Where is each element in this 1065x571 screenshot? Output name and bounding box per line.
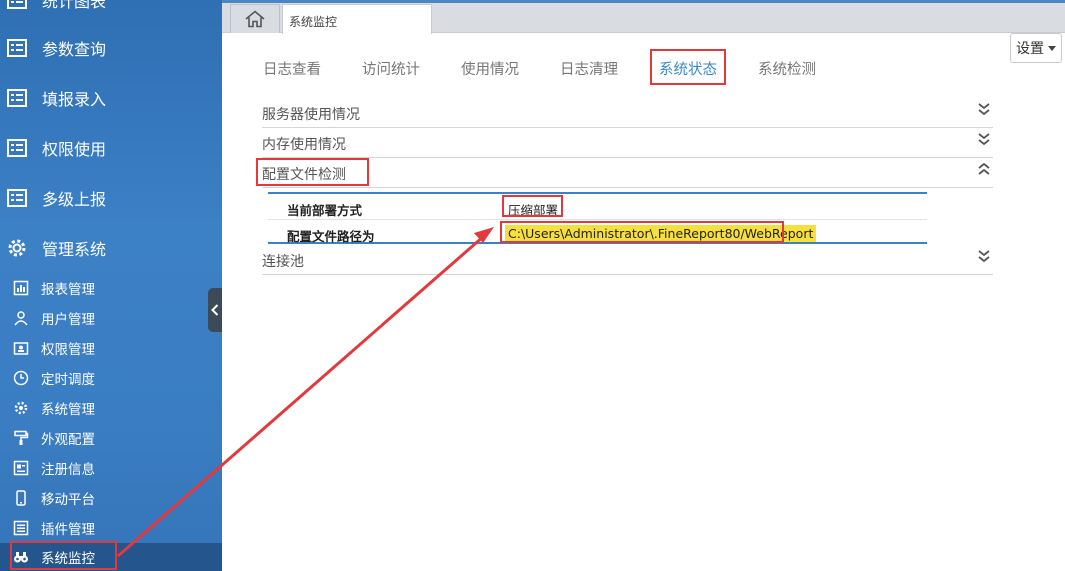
submenu-item-label: 权限管理	[41, 342, 95, 358]
sidebar: 统计图表 参数查询 填报录入 权限使用 多级上报 管理系统 报表管理 用户管理 …	[0, 0, 222, 571]
tab-bar: 系统监控	[222, 0, 1065, 34]
section-config-check[interactable]: 配置文件检测	[262, 158, 993, 188]
section-title: 内存使用情况	[262, 137, 346, 153]
submenu-item-permission-mgmt[interactable]: 权限管理	[0, 334, 222, 362]
tab-usage[interactable]: 使用情况	[461, 58, 519, 79]
list-icon	[7, 89, 27, 107]
registration-icon	[13, 460, 29, 476]
sidebar-item-label: 权限使用	[42, 140, 107, 159]
sidebar-collapse-button[interactable]	[208, 288, 222, 332]
submenu-item-label: 用户管理	[41, 312, 95, 328]
submenu-item-plugin[interactable]: 插件管理	[0, 514, 222, 542]
submenu-item-system-mgmt[interactable]: 系统管理	[0, 394, 222, 422]
section-title: 连接池	[262, 254, 304, 270]
home-tab[interactable]	[230, 4, 280, 33]
list-icon	[7, 189, 27, 207]
caret-down-icon	[1048, 45, 1056, 51]
tab-system-check[interactable]: 系统检测	[758, 58, 816, 79]
section-title: 服务器使用情况	[262, 107, 360, 123]
submenu-item-user-mgmt[interactable]: 用户管理	[0, 304, 222, 332]
permission-icon	[13, 342, 29, 355]
cog-icon	[14, 401, 28, 415]
annotation-highlight-deploy	[502, 195, 563, 217]
page-tab-system-monitor[interactable]: 系统监控	[282, 4, 432, 34]
config-path-label: 配置文件路径为	[287, 229, 375, 244]
sidebar-item-management[interactable]: 管理系统	[0, 228, 222, 268]
config-row-deploy: 当前部署方式 压缩部署	[268, 194, 927, 220]
settings-dropdown-button[interactable]: 设置	[1010, 33, 1062, 63]
submenu-item-label: 报表管理	[41, 282, 95, 298]
sidebar-item-label: 统计图表	[42, 0, 107, 11]
sidebar-item-multi-report[interactable]: 多级上报	[0, 178, 222, 218]
sidebar-item-charts[interactable]: 统计图表	[0, 0, 222, 20]
section-server-usage[interactable]: 服务器使用情况	[262, 98, 993, 128]
list-icon	[7, 0, 27, 9]
tab-log-cleanup[interactable]: 日志清理	[560, 58, 618, 79]
section-connection-pool[interactable]: 连接池	[262, 245, 993, 275]
sidebar-item-param-query[interactable]: 参数查询	[0, 28, 222, 68]
submenu-item-registration[interactable]: 注册信息	[0, 454, 222, 482]
paint-roller-icon	[14, 430, 29, 445]
list-icon	[7, 139, 27, 157]
list-icon	[7, 39, 27, 57]
top-accent-line	[222, 0, 1065, 3]
sidebar-item-permission-use[interactable]: 权限使用	[0, 128, 222, 168]
report-icon	[13, 280, 29, 296]
submenu-item-label: 注册信息	[41, 462, 95, 478]
sidebar-item-fill-entry[interactable]: 填报录入	[0, 78, 222, 118]
double-chevron-up-icon	[978, 162, 990, 175]
user-icon	[14, 311, 28, 326]
double-chevron-down-icon	[978, 250, 990, 263]
submenu-item-label: 插件管理	[41, 522, 95, 538]
plugin-icon	[13, 520, 29, 536]
double-chevron-down-icon	[978, 133, 990, 146]
sidebar-item-label: 多级上报	[42, 190, 107, 209]
tab-access-stats[interactable]: 访问统计	[362, 58, 420, 79]
submenu-item-label: 定时调度	[41, 372, 95, 388]
tab-log-view[interactable]: 日志查看	[263, 58, 321, 79]
home-icon	[245, 10, 265, 28]
submenu-item-report-mgmt[interactable]: 报表管理	[0, 274, 222, 302]
gear-icon	[8, 239, 26, 257]
submenu-item-schedule[interactable]: 定时调度	[0, 364, 222, 392]
submenu-item-mobile[interactable]: 移动平台	[0, 484, 222, 512]
submenu-item-appearance[interactable]: 外观配置	[0, 424, 222, 452]
sidebar-item-label: 参数查询	[42, 40, 107, 59]
annotation-highlight-path	[500, 221, 784, 243]
submenu-item-label: 系统管理	[41, 402, 95, 418]
settings-label: 设置	[1016, 41, 1044, 57]
clock-icon	[13, 370, 29, 386]
section-memory-usage[interactable]: 内存使用情况	[262, 128, 993, 158]
annotation-highlight-section	[256, 158, 369, 186]
sidebar-item-label: 管理系统	[42, 240, 107, 259]
chevron-left-icon	[211, 304, 219, 316]
deploy-mode-label: 当前部署方式	[287, 203, 363, 218]
annotation-highlight-tab	[650, 49, 726, 85]
sidebar-item-label: 填报录入	[42, 90, 107, 109]
mobile-icon	[16, 490, 26, 506]
annotation-highlight-sidebar	[10, 541, 117, 570]
submenu-item-label: 外观配置	[41, 432, 95, 448]
double-chevron-down-icon	[978, 103, 990, 116]
submenu-item-label: 移动平台	[41, 492, 95, 508]
